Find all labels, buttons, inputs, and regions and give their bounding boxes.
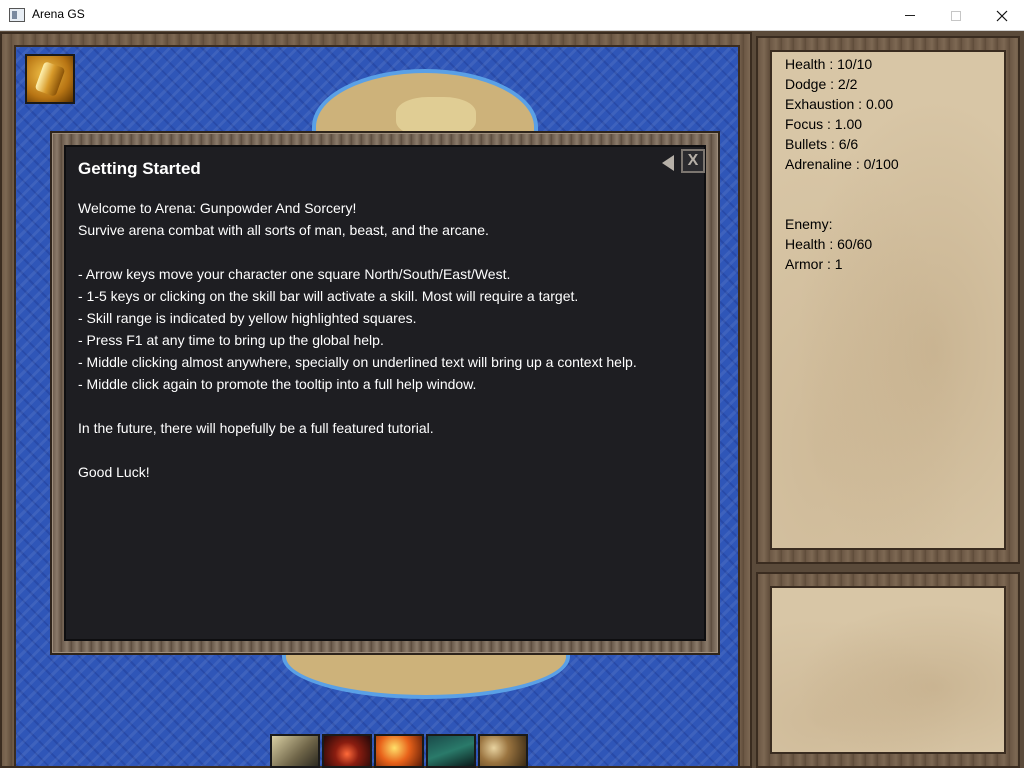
window-titlebar: Arena GS: [0, 0, 1024, 31]
enemy-heading: Enemy:: [785, 216, 833, 232]
dialog-line: - Skill range is indicated by yellow hig…: [78, 310, 417, 326]
dialog-line: Welcome to Arena: Gunpowder And Sorcery!: [78, 200, 357, 216]
skill-bar: [270, 734, 532, 768]
dialog-line: [78, 395, 698, 417]
info-panel-frame: [756, 572, 1020, 768]
maximize-icon: [951, 10, 961, 21]
dialog-title: Getting Started: [78, 159, 201, 178]
dialog-line: - 1-5 keys or clicking on the skill bar …: [78, 288, 579, 304]
stat-spacer: [785, 194, 899, 214]
dash-skill-icon[interactable]: [426, 734, 476, 768]
maximize-button[interactable]: [933, 0, 979, 31]
close-window-button[interactable]: [979, 0, 1024, 31]
dialog-line: - Middle click again to promote the tool…: [78, 376, 477, 392]
window-title: Arena GS: [32, 7, 85, 21]
stat-dodge: Dodge : 2/2: [785, 76, 858, 92]
close-icon: [996, 10, 1008, 21]
bomb-skill-icon[interactable]: [322, 734, 372, 768]
dialog-line: In the future, there will hopefully be a…: [78, 420, 434, 436]
stats-panel: Health : 10/10 Dodge : 2/2 Exhaustion : …: [785, 54, 899, 274]
dialog-line: - Arrow keys move your character one squ…: [78, 266, 511, 282]
back-arrow-icon[interactable]: [662, 153, 676, 173]
dialog-line: [78, 241, 698, 263]
minimize-icon: [905, 15, 915, 16]
ammo-status-icon[interactable]: [25, 54, 75, 104]
stat-exhaustion: Exhaustion : 0.00: [785, 96, 894, 112]
dialog-body: Welcome to Arena: Gunpowder And Sorcery!…: [78, 197, 698, 483]
stat-spacer: [785, 174, 899, 194]
dialog-close-button[interactable]: X: [681, 149, 705, 173]
dialog-line: Good Luck!: [78, 464, 150, 480]
enemy-armor: Armor : 1: [785, 256, 843, 272]
stat-focus: Focus : 1.00: [785, 116, 863, 132]
dialog-line: - Middle clicking almost anywhere, speci…: [78, 354, 637, 370]
info-parchment: [770, 586, 1006, 754]
dialog-line: - Press F1 at any time to bring up the g…: [78, 332, 384, 348]
enemy-health: Health : 60/60: [785, 236, 873, 252]
minimize-button[interactable]: [887, 0, 933, 31]
musket-skill-icon[interactable]: [270, 734, 320, 768]
stat-health: Health : 10/10: [785, 56, 873, 72]
bullets-skill-icon[interactable]: [478, 734, 528, 768]
fire-shot-skill-icon[interactable]: [374, 734, 424, 768]
stat-adrenaline: Adrenaline : 0/100: [785, 156, 899, 172]
dialog-content: Getting Started X Welcome to Arena: Gunp…: [64, 145, 706, 641]
app-icon: [9, 8, 25, 22]
stat-bullets: Bullets : 6/6: [785, 136, 859, 152]
getting-started-dialog: Getting Started X Welcome to Arena: Gunp…: [50, 131, 720, 655]
dialog-line: Survive arena combat with all sorts of m…: [78, 222, 489, 238]
dialog-line: [78, 439, 698, 461]
